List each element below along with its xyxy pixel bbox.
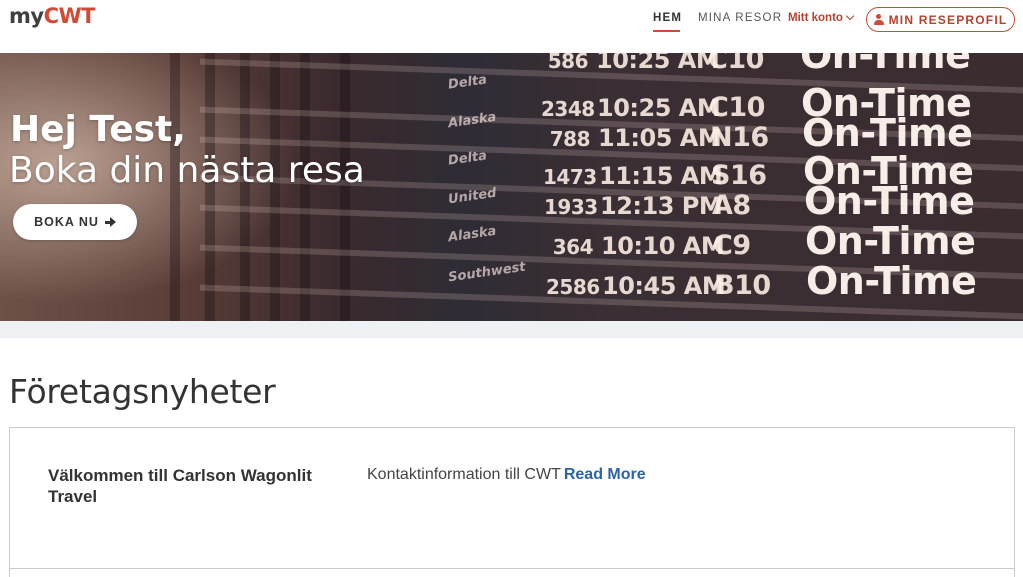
board-gate: B10 — [714, 270, 771, 301]
board-status: On-Time — [806, 259, 977, 303]
board-time: 10:10 AM — [601, 232, 725, 260]
site-header: myCWT HEM MINA RESOR Mitt konto MIN RESE… — [0, 0, 1023, 53]
arrow-right-icon — [104, 217, 116, 227]
board-time: 10:45 AM — [602, 272, 726, 300]
hero-subtitle: Boka din nästa resa — [9, 150, 365, 191]
news-card-continuation — [9, 568, 1015, 577]
board-airline: Southwest — [447, 259, 527, 286]
book-now-label: BOKA NU — [34, 215, 99, 229]
board-airline: Alaska — [447, 109, 498, 132]
nav-my-trips[interactable]: MINA RESOR — [698, 12, 782, 24]
board-flight: 2586 — [546, 275, 600, 299]
book-now-button[interactable]: BOKA NU — [13, 204, 137, 240]
nav-my-account-dropdown[interactable]: Mitt konto — [788, 11, 855, 24]
board-gate: A8 — [712, 190, 751, 221]
section-divider — [0, 321, 1023, 338]
board-row: 258610:45 AMB10 On-Time — [546, 259, 977, 303]
board-row: 364 10:10 AMC9 On-Time — [545, 219, 976, 263]
nav-account-label: Mitt konto — [788, 12, 843, 24]
board-gate: C9 — [713, 230, 751, 261]
board-airline: Delta — [447, 72, 488, 93]
board-row: 193312:13 PMA8 On-Time — [544, 179, 975, 223]
board-flight: 1933 — [544, 195, 598, 219]
board-airline: Alaska — [447, 223, 498, 246]
board-status: On-Time — [800, 53, 971, 77]
read-more-link[interactable]: Read More — [564, 466, 646, 483]
news-body: Kontaktinformation till CWT Read More — [367, 466, 646, 484]
my-travel-profile-button[interactable]: MIN RESEPROFIL — [866, 7, 1015, 32]
hero-banner: Delta Alaska Delta United Alaska Southwest 586… — [0, 53, 1023, 321]
company-news-title: Företagsnyheter — [9, 372, 276, 411]
nav-active-indicator — [653, 30, 680, 32]
board-flight: 586 — [547, 53, 589, 73]
nav-home[interactable]: HEM — [653, 12, 682, 24]
user-icon — [873, 14, 884, 25]
board-time: 11:05 AM — [598, 124, 722, 152]
profile-button-label: MIN RESEPROFIL — [888, 12, 1008, 27]
hero-greeting: Hej Test, — [10, 109, 186, 150]
board-time: 10:25 AM — [596, 53, 720, 74]
board-gate: C10 — [708, 53, 764, 75]
board-row: 586 10:25 AMC10 On-Time — [540, 53, 971, 77]
main-nav: HEM MINA RESOR Mitt konto MIN RESEPROFIL — [0, 0, 1023, 53]
board-flight: 788 — [549, 127, 591, 151]
board-status: On-Time — [804, 179, 975, 223]
board-status: On-Time — [805, 219, 976, 263]
news-body-text: Kontaktinformation till CWT — [367, 466, 561, 483]
chevron-down-icon — [845, 11, 855, 21]
board-flight: 364 — [552, 235, 594, 259]
news-card: Välkommen till Carlson Wagonlit Travel K… — [9, 427, 1015, 569]
news-headline: Välkommen till Carlson Wagonlit Travel — [48, 466, 312, 506]
board-time: 12:13 PM — [600, 192, 723, 220]
